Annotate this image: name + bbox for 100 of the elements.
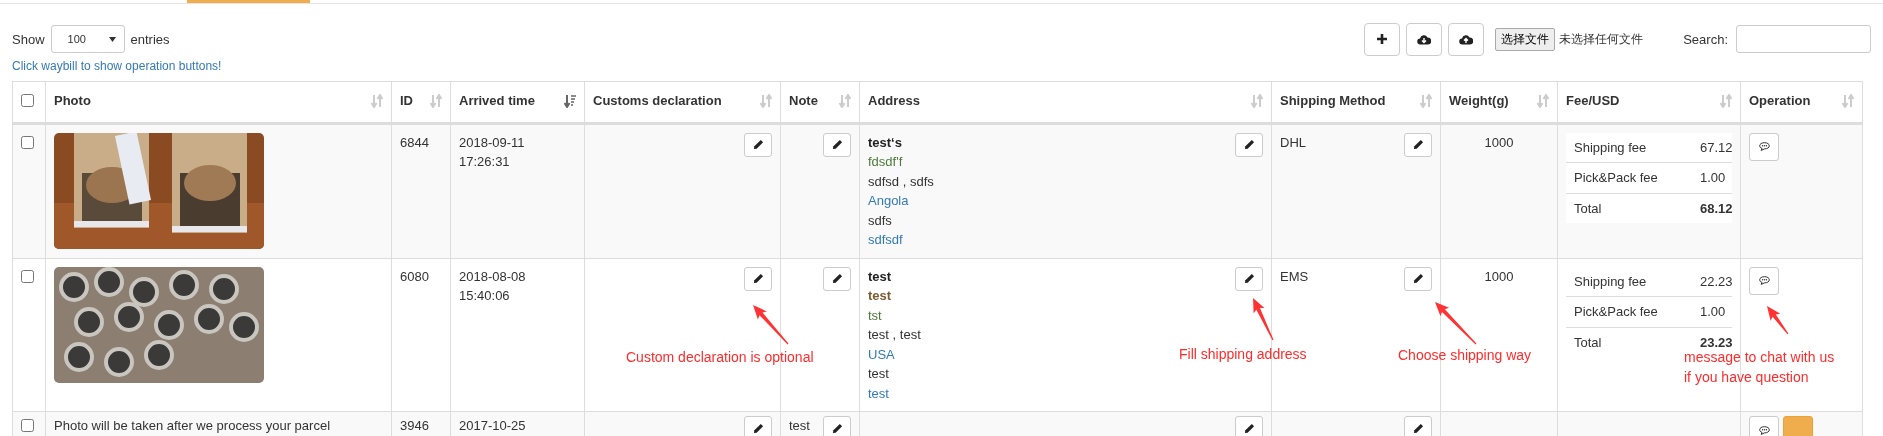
date-text: 2018-08-08 [459, 267, 527, 286]
edit-button[interactable] [1235, 416, 1263, 436]
column-header: Fee/USD [1566, 92, 1620, 110]
file-status: 未选择任何文件 [1559, 30, 1644, 48]
speech-bubble-icon [1758, 425, 1770, 435]
row-checkbox[interactable] [21, 135, 34, 149]
show-label: Show [12, 31, 45, 47]
column-header: Shipping Method [1280, 92, 1386, 110]
annotation-arrow [1435, 301, 1477, 344]
annotation-arrow [1253, 297, 1274, 340]
row-checkbox[interactable] [21, 269, 34, 283]
upload-button[interactable] [1448, 22, 1485, 56]
pencil-icon [1412, 273, 1424, 284]
address-line: test‘s [868, 133, 903, 152]
fee-amount: 68.12 [1700, 200, 1733, 216]
id-cell: 6844 [400, 134, 429, 150]
select-all-checkbox[interactable] [21, 94, 34, 107]
chat-button[interactable] [1749, 416, 1779, 436]
hint-link[interactable]: Click waybill to show operation buttons! [12, 59, 1871, 73]
pencil-icon [1243, 422, 1255, 434]
column-header: Operation [1749, 92, 1811, 110]
address-line: test [868, 287, 893, 305]
annotation-text: Fill shipping address [1179, 344, 1307, 364]
date-text: 17:26:31 [459, 153, 511, 171]
pencil-icon [1243, 273, 1255, 284]
weight-cell: 1000 [1484, 268, 1514, 284]
shipping-method: EMS [1280, 267, 1309, 286]
edit-button[interactable] [1404, 132, 1432, 157]
pencil-icon [831, 422, 843, 434]
sort-descending-icon[interactable] [564, 93, 576, 108]
fee-amount: 23.23 [1700, 334, 1733, 350]
annotation-arrow [1767, 305, 1789, 334]
column-header: Photo [54, 92, 91, 110]
chat-button[interactable] [1749, 266, 1779, 295]
choose-file-button[interactable]: 选择文件 [1495, 27, 1556, 51]
address-link[interactable]: test [868, 383, 921, 403]
shipping-method: DHL [1280, 133, 1306, 152]
photo-note: Photo will be taken after we process your parcel [54, 418, 331, 433]
edit-button[interactable] [744, 416, 772, 436]
address-line: test [868, 267, 893, 286]
column-header: Customs declaration [593, 92, 722, 110]
column-header: Note [789, 92, 818, 110]
annotation-text: message to chat with us [1684, 347, 1835, 367]
address-line: sdfs [868, 211, 893, 230]
note-text: test [789, 417, 810, 435]
address-link[interactable]: USA [868, 344, 921, 364]
fee-label: Pick&Pack fee [1574, 304, 1658, 319]
pencil-icon [752, 422, 764, 434]
pencil-icon [752, 139, 764, 150]
fee-label: Total [1574, 334, 1602, 350]
id-cell: 3946 [400, 418, 429, 433]
pencil-icon [1412, 139, 1424, 150]
pencil-icon [752, 273, 764, 284]
column-header: Arrived time [459, 92, 535, 110]
column-header: Address [868, 92, 921, 110]
fee-label: Pick&Pack fee [1574, 170, 1658, 185]
fee-amount: 1.00 [1700, 304, 1726, 319]
speech-bubble-icon [1758, 276, 1770, 285]
caret-icon [108, 36, 116, 42]
address-link[interactable]: sdfsdf [868, 230, 934, 250]
edit-button[interactable] [823, 416, 851, 436]
add-button[interactable] [1364, 22, 1401, 56]
edit-button[interactable] [1235, 266, 1263, 291]
pencil-icon [831, 139, 843, 150]
column-header: ID [400, 92, 413, 110]
search-field[interactable] [1736, 25, 1871, 53]
date-text: 15:40:06 [459, 287, 511, 305]
address-line: fdsdf'f [868, 153, 904, 171]
fee-label: Total [1574, 200, 1602, 216]
edit-button[interactable] [823, 266, 851, 291]
edit-button[interactable] [1404, 416, 1432, 436]
plus-icon [1376, 33, 1389, 45]
fee-label: Shipping fee [1574, 139, 1647, 155]
page-size-select[interactable]: 100 [50, 25, 125, 53]
annotation-text: Choose shipping way [1398, 345, 1532, 365]
fee-amount: 67.12 [1700, 139, 1733, 155]
annotation-text: if you have question [1684, 367, 1810, 387]
chat-button[interactable] [1749, 132, 1779, 161]
address-link[interactable]: Angola [868, 191, 934, 211]
cloud-upload-icon [1459, 33, 1474, 45]
edit-button[interactable] [744, 266, 772, 291]
edit-button[interactable] [1235, 132, 1263, 157]
edit-button[interactable] [744, 132, 772, 157]
row-checkbox[interactable] [21, 419, 34, 432]
edit-button[interactable] [823, 132, 851, 157]
fee-amount: 1.00 [1700, 170, 1726, 185]
address-line: test , test [868, 326, 921, 344]
column-header: Weight(g) [1449, 92, 1509, 110]
edit-button[interactable] [1404, 266, 1432, 291]
weight-cell: 1000 [1484, 134, 1514, 150]
pencil-icon [1243, 139, 1255, 150]
fee-label: Shipping fee [1574, 273, 1647, 289]
pencil-icon [831, 273, 843, 284]
annotation-arrow [753, 304, 789, 344]
address-line: test [868, 365, 890, 383]
cloud-download-icon [1417, 33, 1432, 45]
id-cell: 6080 [400, 268, 429, 284]
date-text: 2018-09-11 [459, 133, 526, 152]
download-button[interactable] [1406, 22, 1443, 56]
annotation-text: Custom declaration is optional [626, 347, 814, 367]
